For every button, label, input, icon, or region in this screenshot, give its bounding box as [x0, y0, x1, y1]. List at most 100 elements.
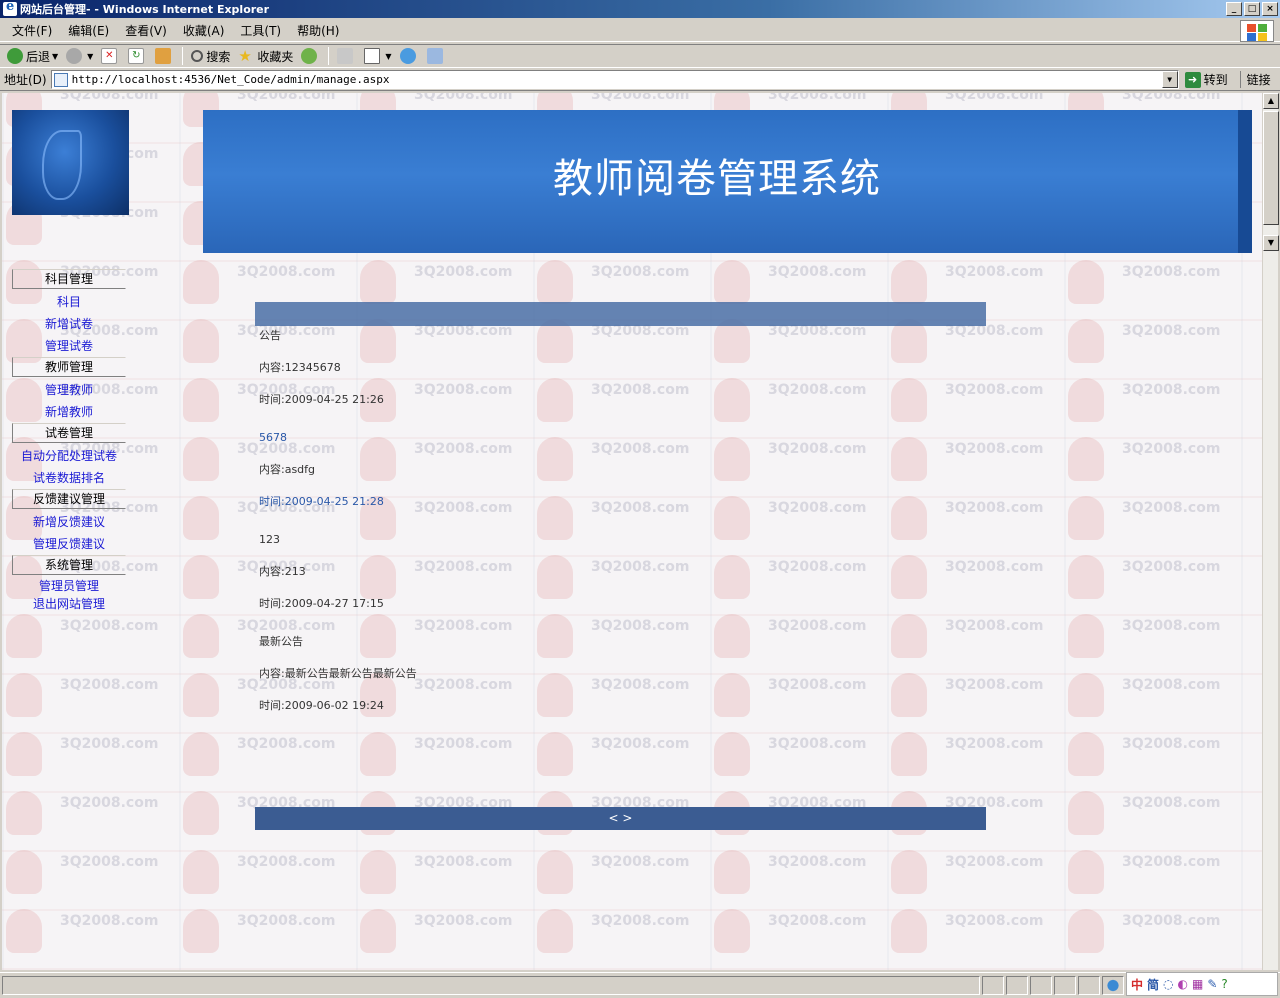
watermark-logo-icon: [1068, 555, 1104, 599]
maximize-button[interactable]: □: [1244, 2, 1260, 16]
refresh-button[interactable]: ↻: [125, 46, 150, 66]
notice-scroll-arrows[interactable]: < >: [609, 811, 633, 825]
nav-link-add-paper[interactable]: 新增试卷: [12, 313, 126, 335]
search-button[interactable]: 搜索: [188, 46, 233, 66]
watermark-text: 3Q2008.com: [414, 93, 513, 103]
nav-link-subject[interactable]: 科目: [12, 291, 126, 313]
menu-edit[interactable]: 编辑(E): [60, 22, 117, 39]
notice-title[interactable]: 123: [259, 533, 979, 565]
scroll-thumb[interactable]: [1263, 111, 1279, 225]
scroll-down-icon[interactable]: ▼: [1263, 235, 1279, 251]
watermark-text: 3Q2008.com: [591, 854, 690, 870]
notice-title[interactable]: 5678: [259, 431, 979, 463]
watermark-logo-icon: [891, 909, 927, 953]
nav-group-system[interactable]: 系统管理: [12, 555, 126, 575]
toolbar: 后退 ▼ ▼ ✕ ↻ 搜索 ★ 收藏夹 ▼: [0, 44, 1280, 68]
menu-file[interactable]: 文件(F): [4, 22, 60, 39]
print-button[interactable]: [334, 46, 359, 66]
nav-link-add-feedback[interactable]: 新增反馈建议: [12, 511, 126, 533]
nav-group-exam[interactable]: 试卷管理: [12, 423, 126, 443]
home-button[interactable]: [152, 46, 177, 66]
ime-help-icon[interactable]: ?: [1221, 977, 1227, 991]
watermark-text: 3Q2008.com: [60, 913, 159, 929]
close-button[interactable]: ×: [1262, 2, 1278, 16]
menu-tools[interactable]: 工具(T): [232, 22, 289, 39]
notice-title[interactable]: 公告: [259, 329, 979, 361]
address-dropdown-icon[interactable]: ▼: [1161, 71, 1178, 88]
notice-title[interactable]: 最新公告: [259, 635, 979, 667]
discuss-button[interactable]: [424, 46, 449, 66]
watermark-text: 3Q2008.com: [60, 854, 159, 870]
nav-link-auto-assign[interactable]: 自动分配处理试卷: [12, 445, 126, 467]
vertical-scrollbar[interactable]: ▲ ▼: [1262, 93, 1279, 970]
watermark-logo-icon: [183, 850, 219, 894]
watermark-logo-icon: [1068, 909, 1104, 953]
watermark-logo-icon: [6, 850, 42, 894]
status-bar: [0, 972, 1280, 998]
watermark-text: 3Q2008.com: [237, 264, 336, 280]
watermark-text: 3Q2008.com: [414, 854, 513, 870]
ime-lang[interactable]: 中: [1131, 976, 1143, 993]
menu-help[interactable]: 帮助(H): [289, 22, 347, 39]
edit-button[interactable]: ▼: [361, 46, 394, 66]
nav-link-admin[interactable]: 管理员管理: [12, 577, 126, 595]
nav-link-ranking[interactable]: 试卷数据排名: [12, 467, 126, 489]
notice-list: 公告 内容:12345678 时间:2009-04-25 21:26 5678 …: [259, 329, 979, 737]
nav-link-manage-feedback[interactable]: 管理反馈建议: [12, 533, 126, 555]
watermark-text: 3Q2008.com: [60, 677, 159, 693]
search-label: 搜索: [206, 49, 231, 64]
nav-link-manage-paper[interactable]: 管理试卷: [12, 335, 126, 357]
nav-group-teacher[interactable]: 教师管理: [12, 357, 126, 377]
watermark-logo-icon: [6, 791, 42, 835]
toolbar-separator: [328, 47, 330, 65]
logo-swirl-icon: [42, 130, 82, 200]
ime-punct-icon[interactable]: ◌: [1163, 977, 1173, 991]
watermark-logo-icon: [1068, 496, 1104, 540]
watermark-text: 3Q2008.com: [591, 93, 690, 103]
watermark-logo-icon: [183, 555, 219, 599]
back-button[interactable]: 后退 ▼: [4, 46, 61, 66]
notice-time: 时间:2009-04-25 21:28: [259, 495, 384, 508]
notice-footer-bar: < >: [255, 807, 986, 830]
ime-keyboard-icon[interactable]: ▦: [1192, 977, 1203, 991]
chevron-down-icon: ▼: [52, 51, 59, 61]
address-input[interactable]: http://localhost:4536/Net_Code/admin/man…: [50, 70, 1179, 89]
watermark-text: 3Q2008.com: [768, 264, 867, 280]
ime-toolbar[interactable]: 中 简 ◌ ◐ ▦ ✎ ?: [1126, 972, 1278, 996]
word-icon: [364, 48, 381, 64]
links-button[interactable]: 链接: [1239, 71, 1271, 88]
history-button[interactable]: [298, 46, 323, 66]
watermark-text: 3Q2008.com: [1122, 795, 1221, 811]
ime-settings-icon[interactable]: ✎: [1207, 977, 1217, 991]
nav-link-add-teacher[interactable]: 新增教师: [12, 401, 126, 423]
ime-mode[interactable]: 简: [1147, 976, 1159, 993]
menu-view[interactable]: 查看(V): [117, 22, 175, 39]
favorites-button[interactable]: ★ 收藏夹: [235, 46, 296, 66]
status-text-cell: [2, 976, 980, 995]
windows-logo-icon: [1240, 20, 1274, 42]
nav-link-manage-teacher[interactable]: 管理教师: [12, 379, 126, 401]
nav-link-logout[interactable]: 退出网站管理: [12, 595, 126, 613]
messenger-icon: [399, 48, 416, 64]
watermark-logo-icon: [360, 850, 396, 894]
nav-group-feedback[interactable]: 反馈建议管理: [12, 489, 126, 509]
notice-content: 内容:asdfg: [259, 463, 316, 476]
watermark-text: 3Q2008.com: [768, 854, 867, 870]
messenger-button[interactable]: [397, 46, 422, 66]
status-cell: [1078, 976, 1100, 995]
forward-button[interactable]: ▼: [63, 46, 96, 66]
stop-button[interactable]: ✕: [98, 46, 123, 66]
watermark-logo-icon: [537, 850, 573, 894]
nav-group-subject[interactable]: 科目管理: [12, 269, 126, 289]
chevron-down-icon: ▼: [87, 51, 94, 61]
menu-favorites[interactable]: 收藏(A): [175, 22, 233, 39]
watermark-logo-icon: [891, 850, 927, 894]
watermark-text: 3Q2008.com: [768, 93, 867, 103]
go-button[interactable]: ➜ 转到: [1184, 71, 1228, 88]
go-arrow-icon: ➜: [1184, 71, 1201, 88]
history-icon: [301, 48, 318, 64]
ime-half-icon[interactable]: ◐: [1178, 977, 1188, 991]
minimize-button[interactable]: _: [1226, 2, 1242, 16]
scroll-up-icon[interactable]: ▲: [1263, 93, 1279, 109]
address-url: http://localhost:4536/Net_Code/admin/man…: [71, 73, 390, 86]
